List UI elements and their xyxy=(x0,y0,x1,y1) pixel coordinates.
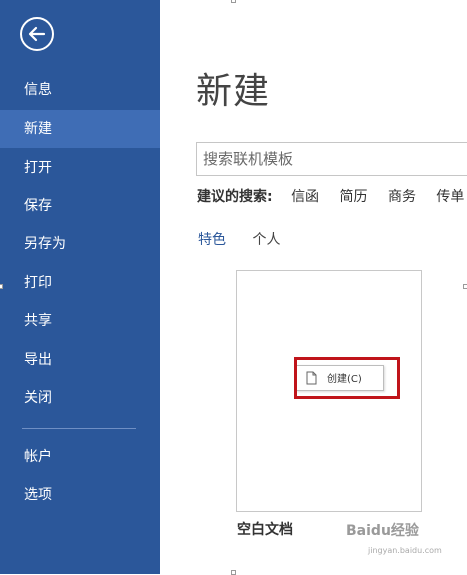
search-input[interactable]: 搜索联机模板 xyxy=(196,142,467,176)
back-button[interactable] xyxy=(20,17,54,51)
nav-item-export[interactable]: 导出 xyxy=(0,341,160,379)
nav-item-label: 选项 xyxy=(24,487,52,503)
resize-handle xyxy=(463,284,467,289)
resize-handle xyxy=(0,284,3,289)
template-tabs: 特色 个人 xyxy=(198,229,280,249)
tab-personal[interactable]: 个人 xyxy=(252,232,280,248)
nav-item-close[interactable]: 关闭 xyxy=(0,379,160,417)
nav-item-label: 共享 xyxy=(24,313,52,329)
suggestion-business[interactable]: 商务 xyxy=(388,189,416,205)
watermark-text: Baidu经验 xyxy=(346,523,419,539)
page-title: 新建 xyxy=(196,71,271,112)
baidu-watermark: Baidu经验 jingyan.baidu.com xyxy=(346,520,446,560)
highlight-annotation xyxy=(294,357,400,399)
nav-item-save-as[interactable]: 另存为 xyxy=(0,225,160,263)
nav-divider xyxy=(22,428,136,429)
nav-item-label: 另存为 xyxy=(24,236,66,252)
nav-item-info[interactable]: 信息 xyxy=(0,71,160,109)
template-name: 空白文档 xyxy=(237,522,293,538)
suggestion-letters[interactable]: 信函 xyxy=(291,189,319,205)
nav-item-open[interactable]: 打开 xyxy=(0,149,160,187)
resize-handle xyxy=(231,570,236,575)
nav-item-label: 导出 xyxy=(24,352,52,368)
nav-item-save[interactable]: 保存 xyxy=(0,187,160,225)
search-placeholder: 搜索联机模板 xyxy=(203,150,294,168)
nav-item-label: 新建 xyxy=(24,121,52,137)
nav-item-label: 打开 xyxy=(24,160,52,176)
suggestion-flyer[interactable]: 传单 xyxy=(436,189,464,205)
nav-item-print[interactable]: 打印 xyxy=(0,264,160,302)
backstage-sidebar: 信息 新建 打开 保存 另存为 打印 共享 导出 关闭 帐户 选项 xyxy=(0,0,160,574)
suggested-searches: 建议的搜索: 信函 简历 商务 传单 xyxy=(197,186,467,206)
suggestion-resume[interactable]: 简历 xyxy=(340,189,368,205)
nav-item-label: 保存 xyxy=(24,198,52,214)
new-document-pane: 新建 搜索联机模板 建议的搜索: 信函 简历 商务 传单 特色 个人 空白文档 … xyxy=(160,0,467,574)
tab-featured[interactable]: 特色 xyxy=(198,232,226,248)
nav-item-share[interactable]: 共享 xyxy=(0,302,160,340)
nav-item-label: 帐户 xyxy=(24,449,52,465)
nav-item-label: 关闭 xyxy=(24,390,52,406)
nav-item-account[interactable]: 帐户 xyxy=(0,438,160,476)
nav-item-options[interactable]: 选项 xyxy=(0,476,160,514)
nav-item-new[interactable]: 新建 xyxy=(0,110,160,148)
nav-item-label: 打印 xyxy=(24,275,52,291)
resize-handle xyxy=(231,0,236,3)
back-arrow-icon xyxy=(28,26,46,42)
watermark-subtext: jingyan.baidu.com xyxy=(368,546,442,555)
suggested-searches-label: 建议的搜索: xyxy=(197,189,273,205)
nav-item-label: 信息 xyxy=(24,82,52,98)
